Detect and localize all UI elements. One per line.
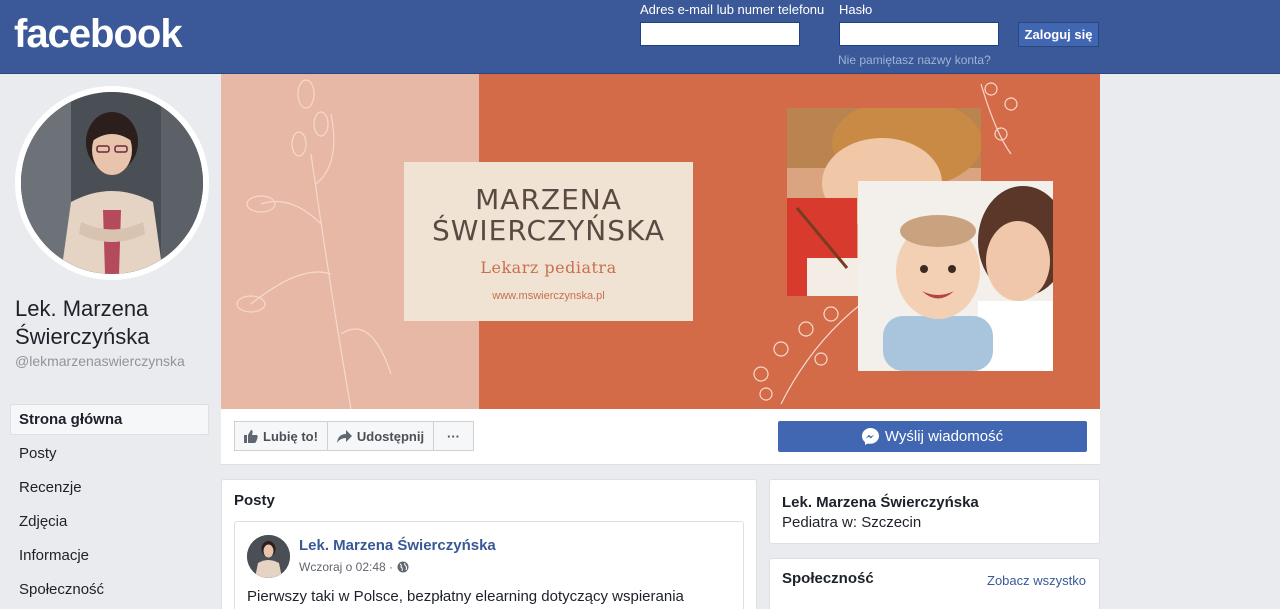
- left-nav: Strona główna Posty Recenzje Zdjęcia Inf…: [10, 404, 209, 608]
- share-label: Udostępnij: [356, 428, 425, 444]
- post-author-link[interactable]: Lek. Marzena Świerczyńska: [299, 537, 496, 554]
- send-message-button[interactable]: Wyślij wiadomość: [778, 421, 1087, 452]
- email-label: Adres e-mail lub numer telefonu: [640, 2, 825, 17]
- about-category: Pediatra w: Szczecin: [782, 514, 922, 531]
- post-text: Pierwszy taki w Polsce, bezpłatny elearn…: [247, 588, 684, 605]
- like-button[interactable]: Lubię to!: [234, 421, 328, 451]
- email-field[interactable]: [640, 22, 800, 46]
- nav-item-posts[interactable]: Posty: [10, 438, 209, 472]
- baby-doctor-photo: [858, 181, 1053, 371]
- cover-url: www.mswierczynska.pl: [492, 290, 605, 302]
- cover-name-card: MARZENA ŚWIERCZYŃSKA Lekarz pediatra www…: [404, 162, 693, 321]
- profile-avatar[interactable]: [21, 92, 203, 274]
- password-label: Hasło: [839, 2, 873, 17]
- facebook-logo[interactable]: facebook: [14, 12, 183, 57]
- cover-photo[interactable]: MARZENA ŚWIERCZYŃSKA Lekarz pediatra www…: [221, 74, 1100, 409]
- community-title: Społeczność: [782, 570, 874, 587]
- post-item: Lek. Marzena Świerczyńska Wczoraj o 02:4…: [234, 521, 744, 609]
- nav-item-about[interactable]: Informacje: [10, 540, 209, 574]
- posts-title: Posty: [234, 492, 275, 509]
- author-photo-icon: [247, 535, 290, 578]
- more-options-button[interactable]: ···: [433, 421, 474, 451]
- post-author-avatar[interactable]: [247, 535, 290, 578]
- cover-role: Lekarz pediatra: [480, 258, 617, 277]
- forgot-account-link[interactable]: Nie pamiętasz nazwy konta?: [838, 53, 991, 67]
- like-label: Lubię to!: [263, 428, 318, 444]
- more-options-icon: ···: [447, 428, 460, 444]
- messenger-icon: [861, 428, 879, 445]
- nav-item-photos[interactable]: Zdjęcia: [10, 506, 209, 540]
- nav-item-community[interactable]: Społeczność: [10, 574, 209, 608]
- page-title: Lek. Marzena Świerczyńska: [15, 296, 150, 349]
- see-all-link[interactable]: Zobacz wszystko: [987, 573, 1086, 588]
- baby-photo-icon: [858, 181, 1053, 371]
- post-timestamp[interactable]: Wczoraj o 02:48 ·: [299, 560, 409, 574]
- nav-item-reviews[interactable]: Recenzje: [10, 472, 209, 506]
- about-page-name: Lek. Marzena Świerczyńska: [782, 494, 979, 511]
- post-time-text: Wczoraj o 02:48 ·: [299, 560, 394, 574]
- thumbs-up-icon: [244, 430, 258, 443]
- about-card: Lek. Marzena Świerczyńska Pediatra w: Sz…: [769, 479, 1100, 544]
- send-message-label: Wyślij wiadomość: [884, 428, 1004, 445]
- top-bar: facebook Adres e-mail lub numer telefonu…: [0, 0, 1280, 74]
- share-arrow-icon: [336, 429, 352, 443]
- nav-item-home[interactable]: Strona główna: [10, 404, 209, 435]
- password-field[interactable]: [839, 22, 999, 46]
- login-button[interactable]: Zaloguj się: [1018, 22, 1099, 47]
- cover-name-line2: ŚWIERCZYŃSKA: [431, 214, 666, 247]
- share-button[interactable]: Udostępnij: [327, 421, 434, 451]
- community-card: Społeczność Zobacz wszystko: [769, 558, 1100, 609]
- cover-name-line1: MARZENA: [475, 183, 622, 216]
- page-action-bar: Lubię to! Udostępnij ··· Wyślij wiadomoś…: [221, 409, 1100, 465]
- profile-photo-icon: [21, 92, 203, 274]
- globe-icon: [397, 561, 409, 573]
- page-handle[interactable]: @lekmarzenaswierczynska: [15, 352, 207, 370]
